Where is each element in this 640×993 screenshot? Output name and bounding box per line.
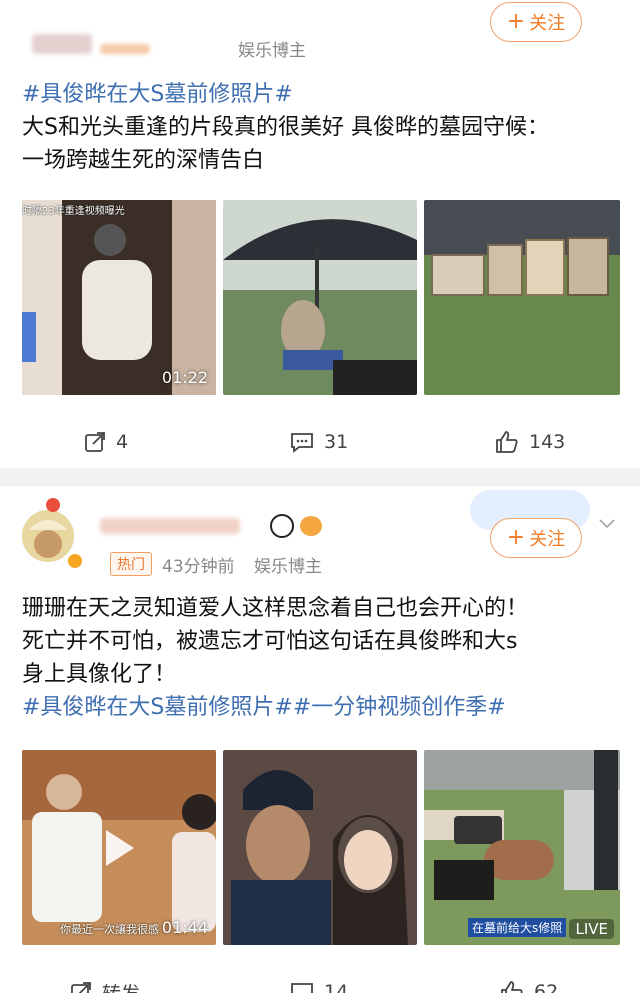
avatar[interactable] [22,510,74,562]
hot-badge: 热门 [110,552,152,576]
share-icon [71,982,91,993]
video-thumbnail[interactable]: 时隔23年重逢视频曝光 01:22 [22,200,216,395]
follow-button[interactable]: + 关注 [490,518,582,558]
repost-count: 4 [116,431,129,453]
chevron-down-icon[interactable] [598,518,616,530]
feed-post-1: + 关注 娱乐博主 #具俊晔在大S墓前修照片# 大S和光头重逢的片段真的很美好 … [0,0,640,468]
verified-badge-icon [66,552,84,570]
video-thumbnail[interactable]: 你最近一次讓我很感 01:44 [22,750,216,945]
repost-button[interactable]: 转发 [70,966,140,993]
badge-blurred [100,44,150,54]
action-bar: 转发 14 62 [0,966,640,993]
avatar-decoration-icon [46,498,60,512]
video-duration: 01:44 [161,918,208,937]
hashtag-link[interactable]: #具俊晔在大S墓前修照片##一分钟视频创作季# [22,695,506,720]
feed-post-2: 热门 43分钟前 娱乐博主 + 关注 珊珊在天之灵知道爱人这样思念着自己也会开心… [0,486,640,993]
comment-icon [291,433,313,453]
play-icon[interactable] [106,830,134,866]
comment-icon [291,983,313,993]
video-overlay-text: 时隔23年重逢视频曝光 [22,206,125,217]
live-badge: LIVE [569,919,614,939]
username-blurred [100,518,240,534]
photo-thumbnail[interactable]: 在墓前给大s修照 LIVE [424,750,620,945]
media-grid: 时隔23年重逢视频曝光 01:22 [22,200,620,395]
like-button[interactable]: 62 [500,966,558,993]
share-icon [85,432,105,452]
media-grid: 你最近一次讓我很感 01:44 在墓前给大s修照 LIVE [22,750,620,945]
repost-label: 转发 [102,979,140,993]
video-caption: 你最近一次讓我很感 [60,923,159,936]
post-text: 珊珊在天之灵知道爱人这样思念着自己也会开心的！ 死亡并不可怕，被遗忘才可怕这句话… [22,596,529,720]
photo-grave-image [424,750,620,945]
post-source: 娱乐博主 [254,557,322,577]
username-blurred [32,34,92,54]
like-button[interactable]: 143 [495,416,565,468]
thumbs-up-icon [496,431,518,453]
hashtag-link[interactable]: #具俊晔在大S墓前修照片# [22,82,293,107]
feed-divider [0,468,640,486]
like-count: 62 [534,981,559,993]
comment-count: 14 [324,981,349,993]
comment-count: 31 [324,431,349,453]
comment-button[interactable]: 14 [290,966,348,993]
photo-couple-image [223,750,417,945]
video-duration: 01:22 [161,368,208,387]
repost-button[interactable]: 4 [84,416,128,468]
follow-button[interactable]: + 关注 [490,2,582,42]
action-bar: 4 31 143 [0,416,640,468]
photo-thumbnail[interactable] [424,200,620,395]
fish-icon [300,516,322,536]
photo-thumbnail[interactable] [223,750,417,945]
thumbs-up-icon [501,981,523,993]
comment-button[interactable]: 31 [290,416,348,468]
avatar-image [22,510,74,562]
post-source: 娱乐博主 [238,41,306,61]
plus-icon: + [506,525,526,550]
like-count: 143 [529,431,566,453]
video-thumbnail-image [22,200,216,395]
photo-thumbnail[interactable] [223,200,417,395]
photo-caption: 在墓前给大s修照 [468,918,567,937]
photo-umbrella-image [223,200,417,395]
post-text: #具俊晔在大S墓前修照片# 大S和光头重逢的片段真的很美好 具俊晔的墓园守候： … [22,82,549,173]
panda-icon [270,514,294,538]
photo-frames-image [424,200,620,395]
post-time: 43分钟前 [162,557,235,577]
plus-icon: + [506,9,526,34]
